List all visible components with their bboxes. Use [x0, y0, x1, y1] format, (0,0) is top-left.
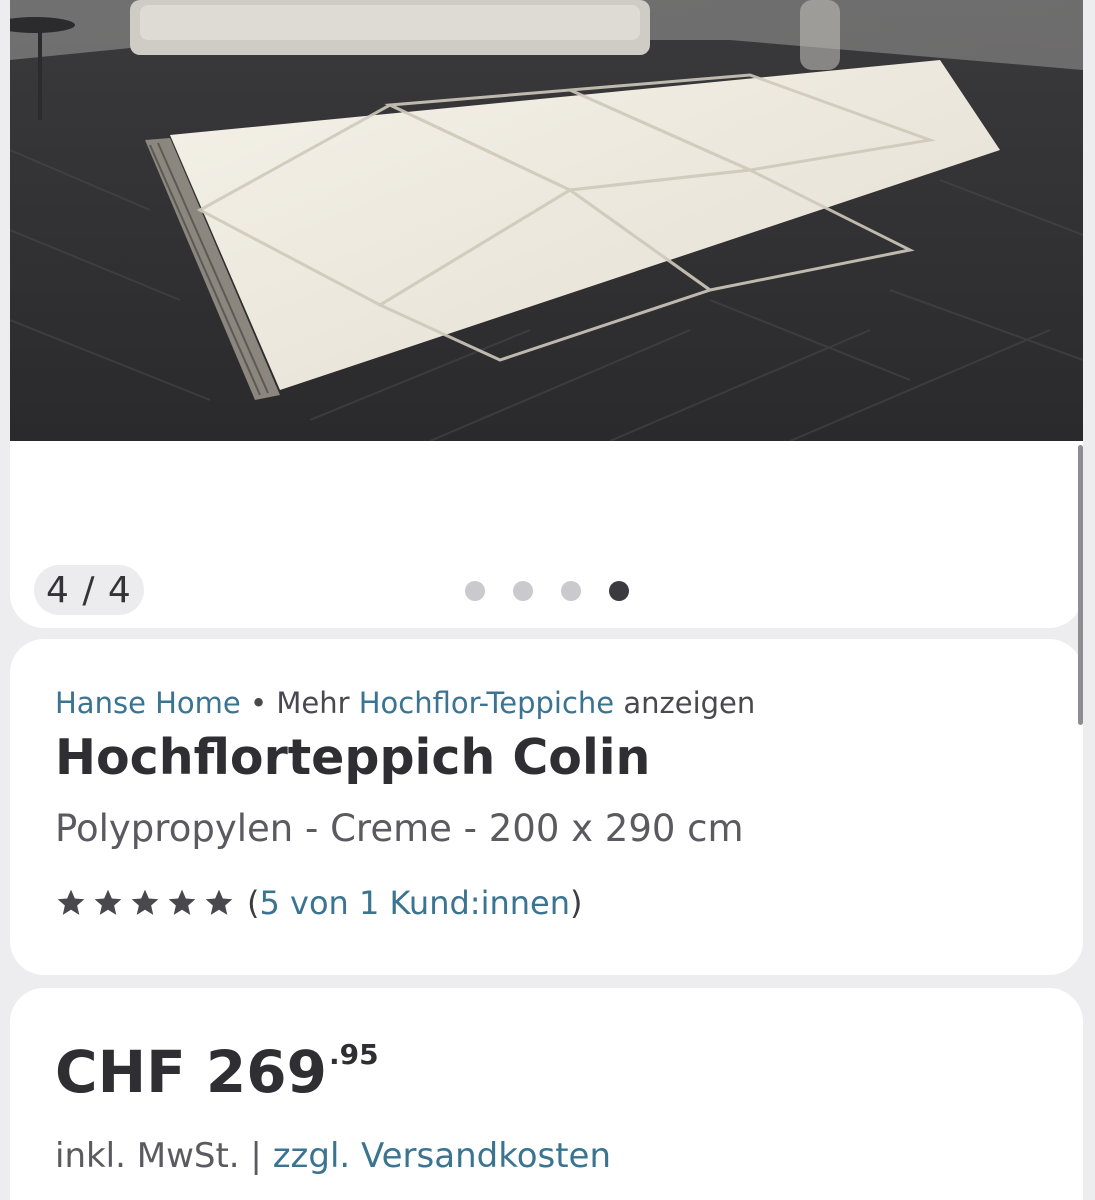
- breadcrumb-prefix: Mehr: [276, 686, 350, 720]
- price-main: CHF 269: [55, 1038, 327, 1106]
- breadcrumb-separator: •: [250, 686, 268, 720]
- star-icon: [131, 889, 159, 915]
- rating-stars[interactable]: [55, 887, 235, 919]
- star-icon: [205, 889, 233, 915]
- reviews-link[interactable]: 5 von 1 Kund:innen: [259, 884, 570, 922]
- scrollbar[interactable]: [1078, 445, 1083, 725]
- pagination-dot-1[interactable]: [465, 581, 485, 601]
- star-icon: [57, 889, 85, 915]
- category-link[interactable]: Hochflor-Teppiche: [359, 686, 614, 720]
- breadcrumb: Hanse Home • Mehr Hochflor-Teppiche anze…: [55, 686, 755, 720]
- rating-close-paren: ): [569, 884, 583, 922]
- pagination-dots[interactable]: [465, 581, 629, 601]
- product-subtitle: Polypropylen - Creme - 200 x 290 cm: [55, 807, 744, 850]
- price-cents: .95: [329, 1038, 379, 1071]
- price: CHF 269 .95: [55, 1038, 379, 1106]
- rating-open-paren: (: [247, 884, 260, 922]
- brand-link[interactable]: Hanse Home: [55, 686, 241, 720]
- pagination-dot-4-active[interactable]: [609, 581, 629, 601]
- star-icon: [168, 889, 196, 915]
- pagination-dot-2[interactable]: [513, 581, 533, 601]
- breadcrumb-suffix: anzeigen: [623, 686, 756, 720]
- pagination-dot-3[interactable]: [561, 581, 581, 601]
- rating-row: (5 von 1 Kund:innen): [55, 884, 582, 922]
- product-photo[interactable]: [10, 0, 1083, 441]
- image-gallery[interactable]: 4 / 4: [10, 0, 1083, 628]
- image-counter: 4 / 4: [34, 565, 144, 615]
- star-icon: [94, 889, 122, 915]
- tax-note: inkl. MwSt. |: [55, 1136, 262, 1176]
- price-card: CHF 269 .95 inkl. MwSt. | zzgl. Versandk…: [10, 988, 1083, 1200]
- tax-line: inkl. MwSt. | zzgl. Versandkosten: [55, 1136, 611, 1176]
- product-title: Hochflorteppich Colin: [55, 729, 651, 786]
- product-info-card: Hanse Home • Mehr Hochflor-Teppiche anze…: [10, 639, 1083, 975]
- product-page: 4 / 4 Hanse Home • Mehr Hochflor-Teppich…: [0, 0, 1095, 1200]
- shipping-link[interactable]: zzgl. Versandkosten: [273, 1136, 611, 1176]
